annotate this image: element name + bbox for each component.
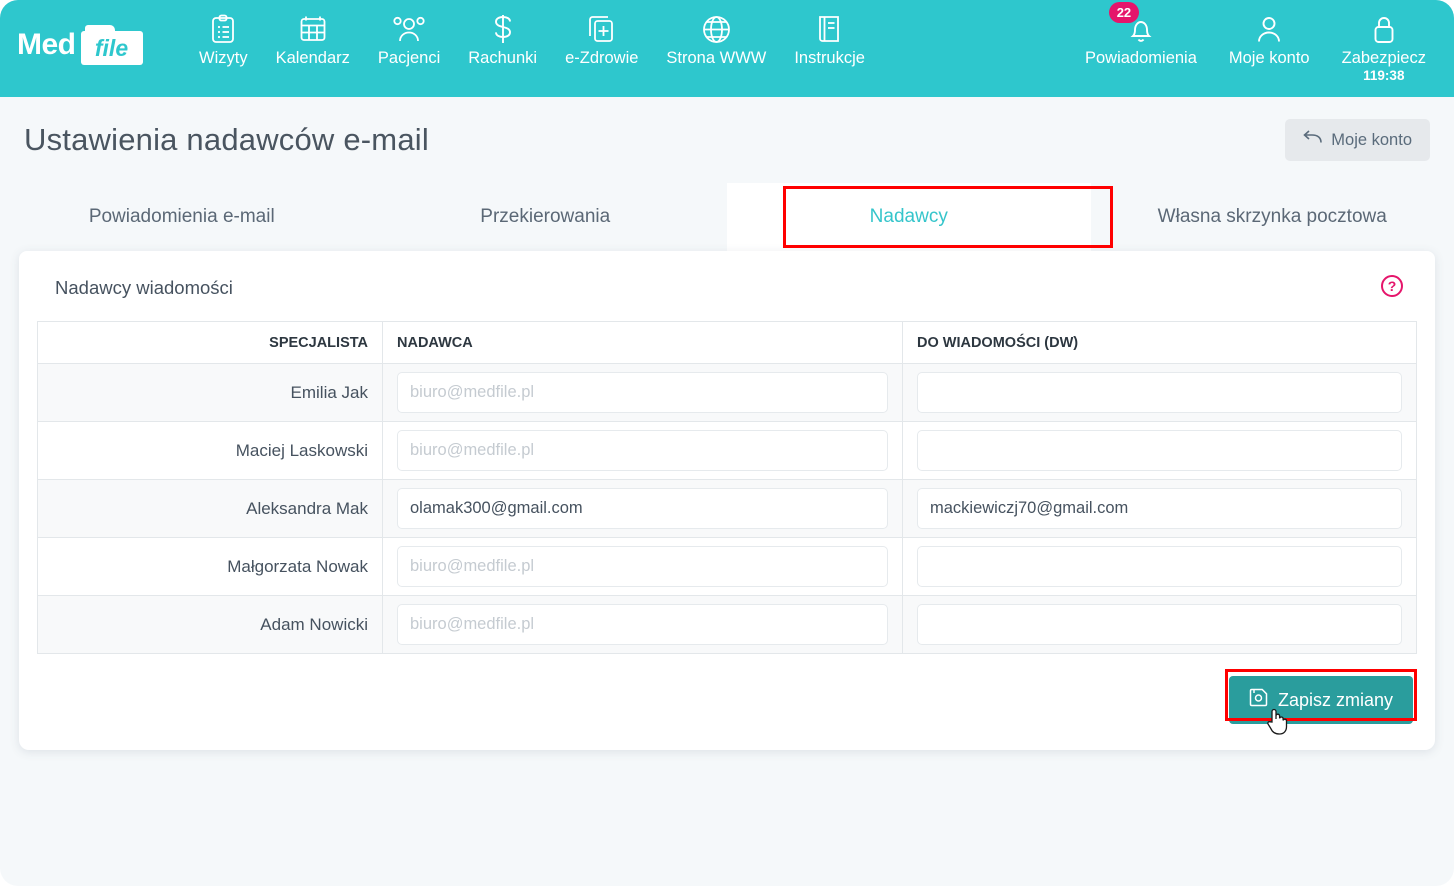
- tab-powiadomienia-email[interactable]: Powiadomienia e-mail: [0, 183, 364, 251]
- specialist-name: Adam Nowicki: [37, 595, 383, 654]
- sender-cell: [382, 421, 903, 480]
- nav-item-wizyty[interactable]: Wizyty: [185, 0, 262, 67]
- table-body: Emilia Jak Maciej Laskowski: [37, 363, 1417, 654]
- settings-tabs: Powiadomienia e-mail Przekierowania Nada…: [0, 183, 1454, 251]
- sender-input[interactable]: [397, 546, 888, 587]
- specialist-name: Emilia Jak: [37, 363, 383, 422]
- nav-item-e-zdrowie[interactable]: e-Zdrowie: [551, 0, 652, 67]
- nav-item-zabezpiecz[interactable]: Zabezpiecz 119:38: [1326, 0, 1442, 82]
- nav-label: Rachunki: [468, 49, 538, 67]
- notification-badge: 22: [1108, 2, 1139, 23]
- nav-label: Moje konto: [1228, 49, 1310, 67]
- sender-cell: [382, 537, 903, 596]
- table-row: Adam Nowicki: [37, 595, 1417, 654]
- cc-input[interactable]: [917, 546, 1402, 587]
- dollar-icon: [491, 12, 515, 46]
- table-row: Maciej Laskowski: [37, 421, 1417, 480]
- lock-icon: [1371, 12, 1397, 46]
- nav-label: Wizyty: [199, 49, 248, 67]
- senders-card: Nadawcy wiadomości ? SPECJALISTA NADAWCA…: [19, 251, 1435, 750]
- nav-label: Powiadomienia: [1084, 49, 1197, 67]
- medical-card-icon: [588, 12, 616, 46]
- user-icon: [1255, 12, 1283, 46]
- calendar-icon: [299, 12, 327, 46]
- nav-item-moje-konto[interactable]: Moje konto: [1213, 0, 1326, 67]
- senders-table: SPECJALISTA NADAWCA DO WIADOMOŚCI (DW) E…: [37, 321, 1417, 654]
- cc-input[interactable]: [917, 372, 1402, 413]
- table-row: Aleksandra Mak: [37, 479, 1417, 538]
- medfile-logo[interactable]: Med file: [17, 22, 149, 68]
- back-button-label: Moje konto: [1331, 130, 1412, 149]
- sender-input[interactable]: [397, 488, 888, 529]
- table-row: Emilia Jak: [37, 363, 1417, 422]
- nav-item-rachunki[interactable]: Rachunki: [454, 0, 551, 67]
- floppy-disk-icon: [1249, 688, 1268, 712]
- sender-cell: [382, 479, 903, 538]
- cc-input[interactable]: [917, 430, 1402, 471]
- page-header: Ustawienia nadawców e-mail Moje konto: [0, 97, 1454, 175]
- logo-file-text: file: [94, 34, 129, 61]
- cc-input[interactable]: [917, 604, 1402, 645]
- card-title: Nadawcy wiadomości: [55, 277, 233, 298]
- specialist-name: Małgorzata Nowak: [37, 537, 383, 596]
- nav-item-powiadomienia[interactable]: 22 Powiadomienia: [1069, 0, 1213, 67]
- tab-nadawcy[interactable]: Nadawcy: [727, 183, 1091, 251]
- back-to-my-account-button[interactable]: Moje konto: [1285, 119, 1430, 161]
- clipboard-icon: [210, 12, 236, 46]
- column-header-dw: DO WIADOMOŚCI (DW): [902, 321, 1417, 364]
- page-title: Ustawienia nadawców e-mail: [24, 122, 429, 157]
- cc-cell: [902, 363, 1417, 422]
- sender-cell: [382, 595, 903, 654]
- nav-label: Kalendarz: [275, 49, 350, 67]
- card-footer: Zapisz zmiany: [37, 654, 1417, 735]
- specialist-name: Aleksandra Mak: [37, 479, 383, 538]
- security-timer: 119:38: [1363, 67, 1405, 83]
- primary-nav: Wizyty Kalendarz Pacjenci Rachunki e-Zdr…: [185, 0, 879, 67]
- cc-input[interactable]: [917, 488, 1402, 529]
- tab-wlasna-skrzynka-pocztowa[interactable]: Własna skrzynka pocztowa: [1091, 183, 1454, 251]
- sender-input[interactable]: [397, 372, 888, 413]
- sender-input[interactable]: [397, 604, 888, 645]
- tab-label: Własna skrzynka pocztowa: [1157, 206, 1387, 227]
- nav-item-strona-www[interactable]: Strona WWW: [652, 0, 780, 67]
- save-changes-button[interactable]: Zapisz zmiany: [1228, 676, 1413, 724]
- tab-przekierowania[interactable]: Przekierowania: [364, 183, 728, 251]
- sender-cell: [382, 363, 903, 422]
- sender-input[interactable]: [397, 430, 888, 471]
- cc-cell: [902, 595, 1417, 654]
- arrow-left-icon: [1303, 130, 1323, 150]
- table-head: SPECJALISTA NADAWCA DO WIADOMOŚCI (DW): [37, 321, 1417, 364]
- app-window: Med file Wizyty Kalendarz Pacjenci Rachu…: [0, 0, 1454, 886]
- nav-label: e-Zdrowie: [565, 49, 639, 67]
- tab-label: Powiadomienia e-mail: [88, 206, 275, 227]
- save-button-label: Zapisz zmiany: [1277, 689, 1393, 710]
- logo-med-text: Med: [17, 28, 76, 61]
- card-header: Nadawcy wiadomości ?: [37, 273, 1417, 321]
- nav-item-pacjenci[interactable]: Pacjenci: [364, 0, 454, 67]
- column-header-specjalista: SPECJALISTA: [37, 321, 383, 364]
- cc-cell: [902, 479, 1417, 538]
- table-header-row: SPECJALISTA NADAWCA DO WIADOMOŚCI (DW): [37, 321, 1417, 364]
- nav-label: Strona WWW: [666, 49, 767, 67]
- table-row: Małgorzata Nowak: [37, 537, 1417, 596]
- nav-item-kalendarz[interactable]: Kalendarz: [262, 0, 364, 67]
- globe-icon: [702, 12, 731, 46]
- nav-item-instrukcje[interactable]: Instrukcje: [780, 0, 879, 67]
- specialist-name: Maciej Laskowski: [37, 421, 383, 480]
- cc-cell: [902, 421, 1417, 480]
- nav-label: Instrukcje: [794, 49, 865, 67]
- nav-label: Pacjenci: [377, 49, 441, 67]
- column-header-nadawca: NADAWCA: [382, 321, 903, 364]
- secondary-nav: 22 Powiadomienia Moje konto Zabezpiecz 1…: [1069, 0, 1454, 82]
- users-icon: [392, 12, 426, 46]
- question-mark-icon[interactable]: ?: [1381, 275, 1403, 297]
- tab-label: Przekierowania: [480, 206, 611, 227]
- logo-folder-shape: file: [80, 25, 143, 65]
- top-navigation-bar: Med file Wizyty Kalendarz Pacjenci Rachu…: [0, 0, 1454, 97]
- cc-cell: [902, 537, 1417, 596]
- book-icon: [817, 12, 842, 46]
- tab-label: Nadawcy: [869, 206, 948, 227]
- nav-label: Zabezpiecz: [1341, 49, 1426, 67]
